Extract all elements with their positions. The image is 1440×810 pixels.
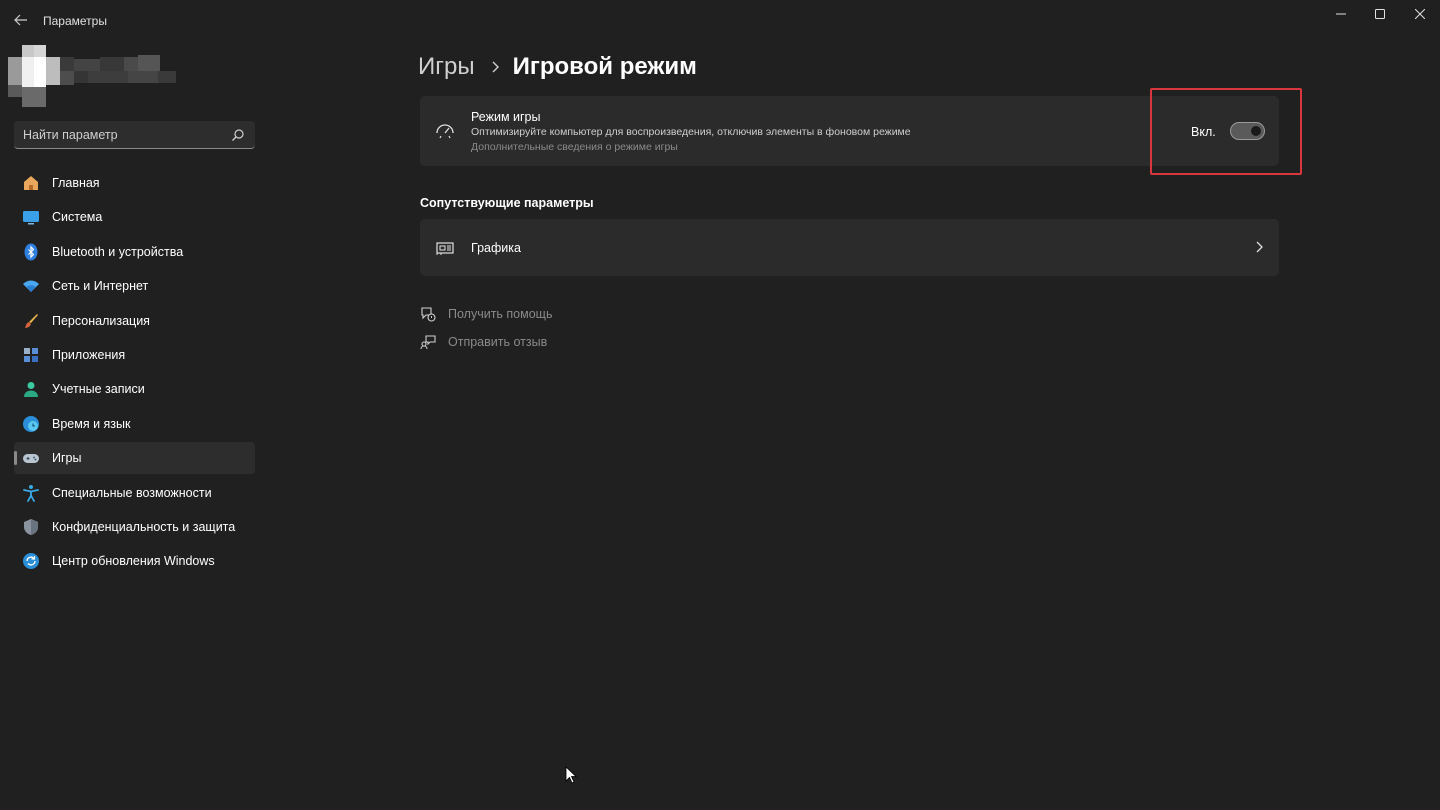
sidebar-item-label: Сеть и Интернет	[52, 279, 149, 294]
account-avatar[interactable]	[8, 45, 178, 109]
search-icon[interactable]	[231, 128, 245, 142]
sidebar-item-personalization[interactable]: Персонализация	[14, 305, 255, 337]
sidebar-item-privacy[interactable]: Конфиденциальность и защита	[14, 511, 255, 543]
sidebar-item-label: Главная	[52, 176, 100, 190]
app-title: Параметры	[43, 14, 107, 28]
related-settings-header: Сопутствующие параметры	[420, 196, 594, 210]
shield-icon	[22, 518, 40, 536]
chevron-right-icon	[1256, 241, 1263, 253]
mouse-cursor-icon	[565, 766, 577, 784]
sidebar-nav: Главная Система Bluetooth и устройства С…	[14, 167, 255, 580]
globe-clock-icon	[22, 415, 40, 433]
game-mode-toggle[interactable]	[1230, 122, 1265, 140]
sidebar-item-label: Игры	[52, 451, 82, 466]
update-icon	[22, 552, 40, 570]
sidebar-item-accessibility[interactable]: Специальные возможности	[14, 477, 255, 509]
maximize-icon	[1375, 9, 1385, 19]
sidebar-item-bluetooth[interactable]: Bluetooth и устройства	[14, 236, 255, 268]
back-arrow-icon	[14, 14, 27, 26]
graphics-settings-card[interactable]: Графика	[420, 219, 1279, 276]
close-icon	[1415, 9, 1425, 19]
brush-icon	[22, 312, 40, 330]
game-mode-card: Режим игры Оптимизируйте компьютер для в…	[420, 96, 1279, 166]
sidebar-item-network[interactable]: Сеть и Интернет	[14, 270, 255, 302]
accessibility-icon	[22, 484, 40, 502]
system-icon	[22, 208, 40, 226]
help-chat-icon	[421, 307, 436, 322]
page-title: Игровой режим	[512, 53, 697, 80]
sidebar-item-label: Время и язык	[52, 416, 131, 431]
chevron-right-icon	[491, 61, 501, 73]
close-button[interactable]	[1397, 0, 1440, 28]
feedback-icon	[420, 335, 436, 350]
get-help-label: Получить помощь	[448, 307, 553, 321]
sidebar-item-apps[interactable]: Приложения	[14, 339, 255, 371]
breadcrumb: Игры Игровой режим	[418, 50, 697, 84]
sidebar-item-label: Центр обновления Windows	[52, 554, 215, 569]
sidebar-item-time-language[interactable]: Время и язык	[14, 408, 255, 440]
person-icon	[22, 380, 40, 398]
game-mode-title: Режим игры	[471, 110, 541, 124]
apps-icon	[22, 346, 40, 364]
sidebar-item-accounts[interactable]: Учетные записи	[14, 373, 255, 405]
toggle-knob	[1251, 126, 1261, 136]
gamepad-icon	[22, 449, 40, 467]
search-input[interactable]	[14, 121, 229, 148]
sidebar-item-label: Приложения	[52, 347, 126, 362]
send-feedback-link[interactable]: Отправить отзыв	[420, 332, 547, 352]
get-help-link[interactable]: Получить помощь	[420, 304, 552, 324]
sidebar-item-label: Конфиденциальность и защита	[52, 519, 236, 534]
sidebar-item-label: Bluetooth и устройства	[52, 244, 184, 259]
breadcrumb-parent-link[interactable]: Игры	[418, 53, 475, 81]
game-mode-description: Оптимизируйте компьютер для воспроизведе…	[471, 126, 911, 138]
toggle-state-label: Вкл.	[1191, 125, 1216, 139]
send-feedback-label: Отправить отзыв	[448, 335, 548, 349]
sidebar-item-windows-update[interactable]: Центр обновления Windows	[14, 545, 255, 577]
wifi-icon	[22, 277, 40, 295]
graphics-card-icon	[436, 242, 454, 255]
sidebar-item-gaming[interactable]: Игры	[14, 442, 255, 475]
game-mode-more-info-link[interactable]: Дополнительные сведения о режиме игры	[471, 141, 678, 153]
back-button[interactable]	[8, 8, 34, 32]
minimize-icon	[1336, 13, 1346, 15]
sidebar-item-label: Учетные записи	[52, 382, 145, 397]
title-bar: Параметры	[0, 0, 1440, 40]
graphics-label: Графика	[471, 241, 521, 255]
settings-window: Параметры Найти параметр Главная Система…	[0, 0, 1440, 810]
sidebar-item-label: Система	[52, 210, 103, 225]
home-icon	[22, 174, 40, 192]
search-box[interactable]	[14, 121, 255, 149]
sidebar-item-home[interactable]: Главная	[14, 167, 255, 199]
bluetooth-icon	[22, 243, 40, 261]
sidebar-item-system[interactable]: Система	[14, 201, 255, 233]
sidebar-item-label: Персонализация	[52, 313, 150, 328]
sidebar-item-label: Специальные возможности	[52, 485, 212, 500]
game-mode-gauge-icon	[436, 124, 454, 139]
